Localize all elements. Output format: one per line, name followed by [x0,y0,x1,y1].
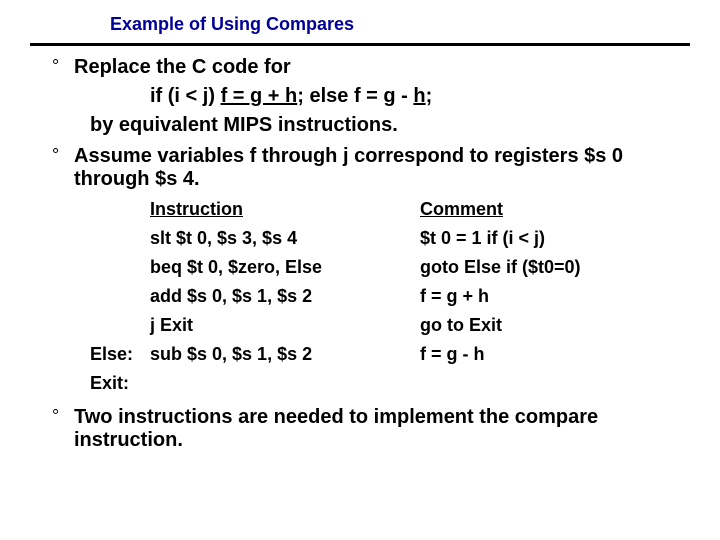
code-line: if (i < j) f = g + h; else f = g - h; [150,85,690,108]
code-underline-1: f = g + h [221,85,298,107]
table-row: j Exit go to Exit [90,311,690,340]
bullet-marker: ° [52,145,66,191]
instruction-table: Instruction Comment slt $t 0, $s 3, $s 4… [90,195,690,398]
bullet-2: ° Assume variables f through j correspon… [52,145,690,191]
header-comment: Comment [420,199,690,220]
slide: Example of Using Compares ° Replace the … [0,0,720,464]
code-underline-2: h [413,85,425,107]
bullet-marker: ° [52,56,66,79]
row-instruction: j Exit [150,315,420,336]
row-comment: f = g - h [420,344,690,365]
row-instruction: beq $t 0, $zero, Else [150,257,420,278]
table-row: Exit: [90,369,690,398]
bullet-3-text: Two instructions are needed to implement… [74,406,690,452]
table-row: slt $t 0, $s 3, $s 4 $t 0 = 1 if (i < j) [90,224,690,253]
row-label: Exit: [90,373,150,394]
row-comment: $t 0 = 1 if (i < j) [420,228,690,249]
code-pre: if (i < j) [150,85,221,107]
bullet-marker: ° [52,406,66,452]
sub-line-1: by equivalent MIPS instructions. [90,114,690,137]
table-header: Instruction Comment [90,195,690,224]
row-comment: go to Exit [420,315,690,336]
bullet-1: ° Replace the C code for [52,56,690,79]
row-label: Else: [90,344,150,365]
code-mid: ; else f = g - [297,85,413,107]
table-row: beq $t 0, $zero, Else goto Else if ($t0=… [90,253,690,282]
table-row: add $s 0, $s 1, $s 2 f = g + h [90,282,690,311]
bullet-3: ° Two instructions are needed to impleme… [52,406,690,452]
row-instruction: sub $s 0, $s 1, $s 2 [150,344,420,365]
row-instruction: slt $t 0, $s 3, $s 4 [150,228,420,249]
divider [30,43,690,46]
row-comment: goto Else if ($t0=0) [420,257,690,278]
bullet-1-text: Replace the C code for [74,56,291,79]
row-instruction: add $s 0, $s 1, $s 2 [150,286,420,307]
bullet-2-text: Assume variables f through j correspond … [74,145,690,191]
table-row: Else: sub $s 0, $s 1, $s 2 f = g - h [90,340,690,369]
code-post: ; [426,85,433,107]
row-comment: f = g + h [420,286,690,307]
slide-title: Example of Using Compares [30,10,690,43]
header-instruction: Instruction [150,199,420,220]
